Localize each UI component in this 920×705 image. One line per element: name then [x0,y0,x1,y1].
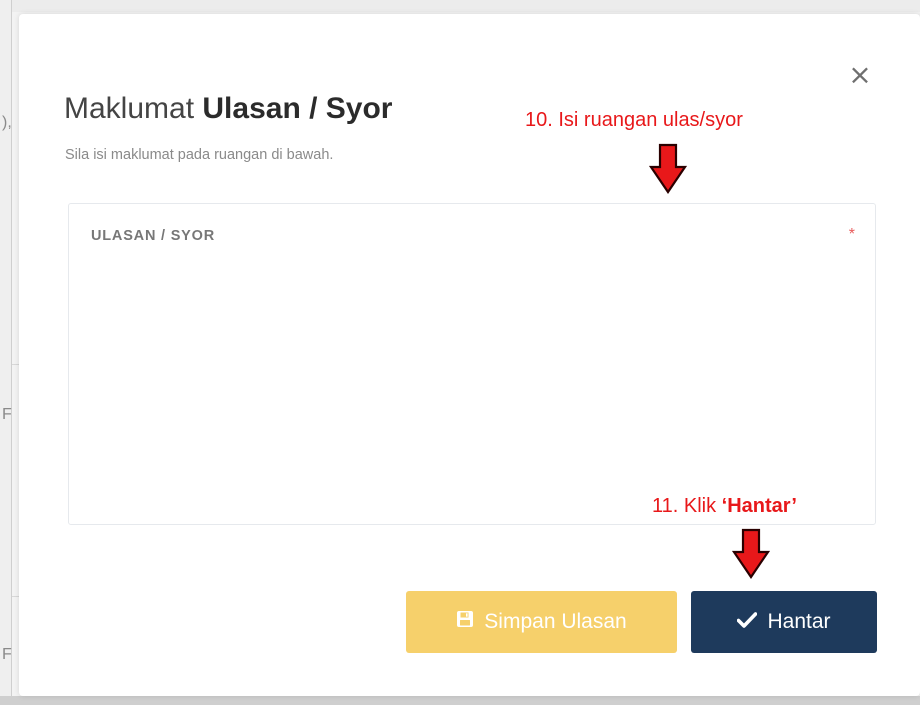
required-marker: * [848,226,855,243]
window-top-edge [0,0,920,12]
review-field[interactable]: ULASAN / SYOR * [68,203,876,525]
review-textarea[interactable] [89,254,857,513]
review-field-label: ULASAN / SYOR [91,228,215,244]
modal-title-prefix: Maklumat [64,92,195,125]
annotation-arrow-down-icon [648,143,688,194]
submit-button-label: Hantar [767,610,831,633]
annotation-arrow-down-icon [731,528,771,579]
save-review-button-label: Simpan Ulasan [484,610,627,633]
modal-title-emphasis: Ulasan / Syor [202,92,393,125]
modal-subtitle: Sila isi maklumat pada ruangan di bawah. [65,147,334,163]
annotation-step-11-prefix: 11. Klik [652,495,722,517]
annotation-step-11-emphasis: ‘Hantar’ [721,495,797,517]
background-page-left-strip [0,0,12,705]
submit-button[interactable]: Hantar [691,591,877,653]
review-modal: × Maklumat Ulasan / Syor Sila isi maklum… [19,14,920,696]
background-text-fragment: F [2,406,12,423]
window-bottom-edge [0,696,920,705]
background-text-fragment: F [2,646,12,663]
background-text-fragment: ), [2,114,12,131]
save-icon [456,610,474,634]
annotation-step-10: 10. Isi ruangan ulas/syor [525,109,743,131]
check-icon [737,610,758,634]
save-review-button[interactable]: Simpan Ulasan [406,591,677,653]
close-icon[interactable]: × [845,60,875,90]
modal-title: Maklumat Ulasan / Syor [64,92,392,126]
annotation-step-11: 11. Klik ‘Hantar’ [652,495,797,518]
